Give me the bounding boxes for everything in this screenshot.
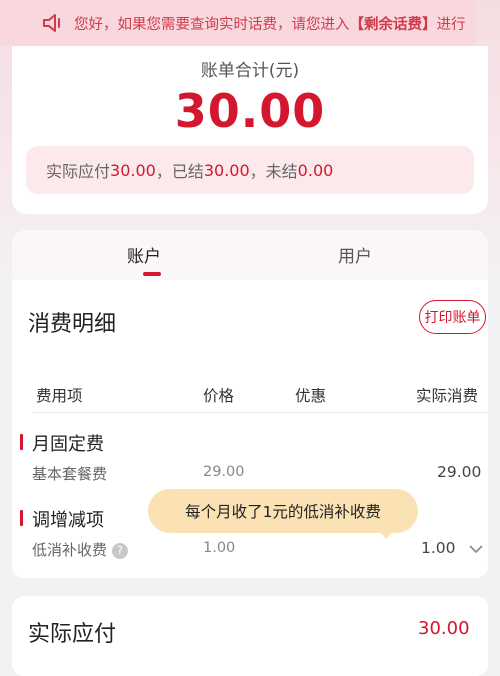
section-marker <box>20 510 23 526</box>
print-bill-button[interactable]: 打印账单 <box>419 300 486 334</box>
bill-total-amount: 30.00 <box>174 84 326 138</box>
section-fixed-monthly: 月固定费 <box>32 434 104 455</box>
annotation-bubble-tail <box>378 530 394 539</box>
tab-account[interactable]: 账户 <box>127 242 161 267</box>
column-header-actual: 实际消费 <box>416 387 479 405</box>
fee-item-actual[interactable]: 1.00 <box>421 539 484 557</box>
annotation-bubble: 每个月收了1元的低消补收费 <box>148 489 418 533</box>
section-title: 消费明细 <box>28 312 117 337</box>
column-header-item: 费用项 <box>36 387 83 405</box>
fee-item-price: 29.00 <box>203 464 245 480</box>
bill-total-label: 账单合计(元) <box>200 61 300 81</box>
table-header: 费用项 价格 优惠 实际消费 <box>12 378 488 412</box>
speaker-icon <box>34 0 72 46</box>
column-header-discount: 优惠 <box>295 387 327 405</box>
actual-payable-value: 30.00 <box>418 618 470 639</box>
payment-status: 实际应付 30.00 ，已结 30.00 ，未结 0.00 <box>26 146 474 194</box>
section-marker <box>20 434 23 450</box>
fee-item-name: 低消补收费? <box>32 539 129 560</box>
active-tab-indicator <box>143 272 161 276</box>
notice-text: 您好，如果您需要查询实时话费，请您进入【剩余话费】进行 <box>74 16 466 33</box>
column-header-price: 价格 <box>203 387 235 405</box>
section-adjustments: 调增减项 <box>32 510 104 531</box>
header-divider <box>32 412 488 413</box>
consumption-detail-card: 消费明细 打印账单 费用项 价格 优惠 实际消费 月固定费 基本套餐费 29.0… <box>12 280 488 578</box>
remaining-balance-link[interactable]: 【剩余话费】 <box>350 17 437 33</box>
bill-summary-card: 账单合计(元) 30.00 实际应付 30.00 ，已结 30.00 ，未结 0.00 <box>12 46 488 214</box>
question-icon[interactable]: ? <box>112 542 129 559</box>
notice-banner[interactable]: 您好，如果您需要查询实时话费，请您进入【剩余话费】进行 <box>0 0 476 46</box>
chevron-down-icon[interactable] <box>468 544 484 554</box>
fee-item-price: 1.00 <box>203 540 236 556</box>
fee-item-name: 基本套餐费 <box>32 465 108 483</box>
tab-user[interactable]: 用户 <box>338 242 372 267</box>
actual-payable-card: 实际应付 30.00 <box>12 596 488 676</box>
fee-item-actual: 29.00 <box>437 463 482 481</box>
tab-bar: 账户 用户 <box>12 230 488 280</box>
actual-payable-label: 实际应付 <box>28 622 117 647</box>
